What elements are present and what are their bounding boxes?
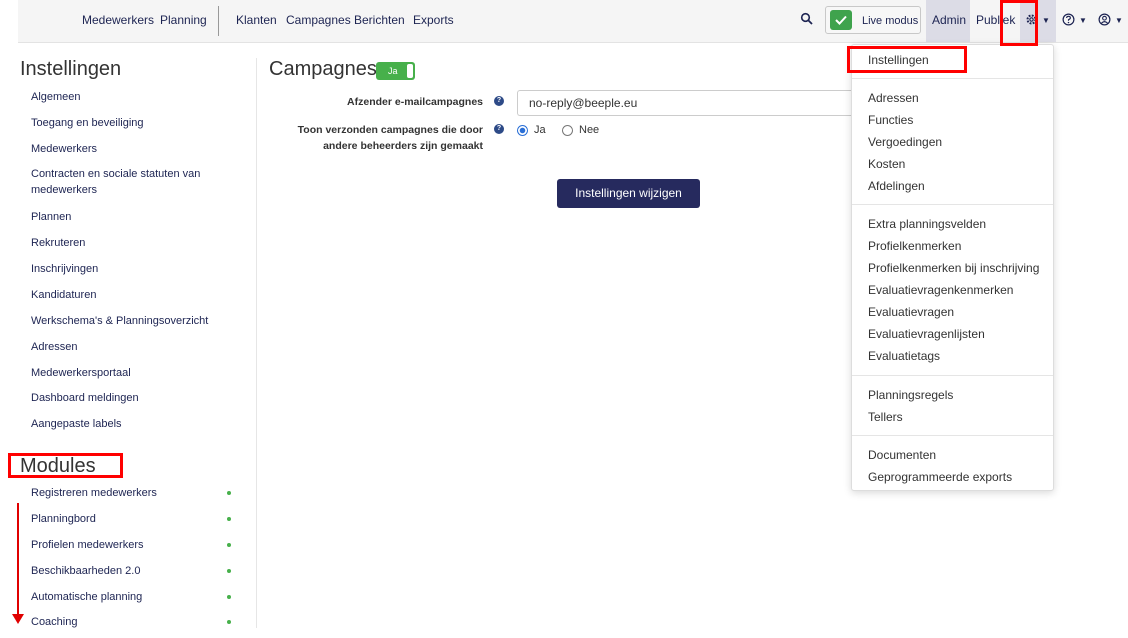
- show-sent-label-line1: Toon verzonden campagnes die door: [297, 124, 483, 136]
- module-status-dot: [227, 620, 231, 624]
- menu-item-geprogrammeerde-exports[interactable]: Geprogrammeerde exports: [868, 470, 1012, 484]
- help-circle-icon[interactable]: ?: [494, 124, 504, 134]
- menu-divider: [852, 78, 1053, 79]
- sidebar-item-medewerkersportaal[interactable]: Medewerkersportaal: [31, 365, 231, 381]
- menu-item-functies[interactable]: Functies: [868, 113, 913, 127]
- module-item-planningbord[interactable]: Planningbord: [31, 511, 231, 527]
- show-sent-label-line2: andere beheerders zijn gemaakt: [323, 140, 483, 152]
- annotation-highlight-gear: [1000, 0, 1038, 46]
- user-menu[interactable]: ▼: [1098, 13, 1128, 29]
- sender-email-input[interactable]: [517, 90, 857, 116]
- sidebar-item-algemeen[interactable]: Algemeen: [31, 89, 231, 105]
- module-status-dot: [227, 595, 231, 599]
- nav-berichten[interactable]: Berichten: [354, 13, 405, 27]
- annotation-highlight-modules: [8, 453, 123, 478]
- module-item-registreren[interactable]: Registreren medewerkers: [31, 485, 231, 501]
- sidebar-item-plannen[interactable]: Plannen: [31, 209, 231, 225]
- menu-item-evaluatievragenkenmerken[interactable]: Evaluatievragenkenmerken: [868, 283, 1013, 297]
- menu-item-afdelingen[interactable]: Afdelingen: [868, 179, 925, 193]
- module-status-dot: [227, 543, 231, 547]
- caret-down-icon: ▼: [1079, 16, 1087, 25]
- top-navbar: Medewerkers Planning Klanten Campagnes B…: [18, 0, 1128, 43]
- menu-item-extra-planningsvelden[interactable]: Extra planningsvelden: [868, 217, 986, 231]
- admin-label: Admin: [932, 13, 967, 27]
- nav-klanten[interactable]: Klanten: [236, 13, 277, 27]
- live-mode-label: Live modus: [862, 15, 919, 27]
- check-icon: [830, 10, 852, 30]
- module-status-dot: [227, 491, 231, 495]
- menu-item-evaluatievragenlijsten[interactable]: Evaluatievragenlijsten: [868, 327, 985, 341]
- user-circle-icon: [1098, 13, 1111, 26]
- toggle-label: Ja: [388, 66, 398, 76]
- settings-dropdown-menu: Instellingen Adressen Functies Vergoedin…: [851, 44, 1054, 491]
- search-icon[interactable]: [800, 12, 814, 26]
- caret-down-icon: ▼: [1115, 16, 1123, 25]
- sidebar-title: Instellingen: [20, 58, 122, 80]
- menu-item-profielkenmerken[interactable]: Profielkenmerken: [868, 239, 961, 253]
- menu-item-vergoedingen[interactable]: Vergoedingen: [868, 135, 942, 149]
- radio-nee[interactable]: [562, 125, 573, 136]
- sidebar-item-contracten[interactable]: Contracten en sociale statuten van medew…: [31, 166, 211, 198]
- menu-divider: [852, 435, 1053, 436]
- menu-item-adressen[interactable]: Adressen: [868, 91, 919, 105]
- caret-down-icon: ▼: [1042, 16, 1050, 25]
- sender-label: Afzender e-mailcampagnes: [347, 96, 483, 108]
- module-item-automatische-planning[interactable]: Automatische planning: [31, 589, 231, 605]
- sidebar-item-werkschemas[interactable]: Werkschema's & Planningsoverzicht: [31, 313, 246, 329]
- toggle-knob: [407, 64, 413, 78]
- nav-admin[interactable]: Admin: [926, 0, 970, 42]
- sidebar-item-inschrijvingen[interactable]: Inschrijvingen: [31, 261, 231, 277]
- menu-item-tellers[interactable]: Tellers: [868, 410, 903, 424]
- page-title: Campagnes: [269, 58, 377, 80]
- nav-divider: [218, 6, 219, 36]
- sidebar-item-aangepaste-labels[interactable]: Aangepaste labels: [31, 416, 231, 432]
- campaigns-toggle[interactable]: Ja: [376, 62, 415, 80]
- menu-divider: [852, 375, 1053, 376]
- live-mode-button[interactable]: Live modus: [825, 6, 921, 34]
- menu-item-documenten[interactable]: Documenten: [868, 448, 936, 462]
- nav-campagnes[interactable]: Campagnes: [286, 13, 351, 27]
- help-menu[interactable]: ▼: [1062, 13, 1092, 29]
- sidebar-item-medewerkers[interactable]: Medewerkers: [31, 141, 231, 157]
- menu-item-evaluatietags[interactable]: Evaluatietags: [868, 349, 940, 363]
- nav-exports[interactable]: Exports: [413, 13, 454, 27]
- module-status-dot: [227, 569, 231, 573]
- menu-item-evaluatievragen[interactable]: Evaluatievragen: [868, 305, 954, 319]
- module-item-beschikbaarheden[interactable]: Beschikbaarheden 2.0: [31, 563, 231, 579]
- menu-item-planningsregels[interactable]: Planningsregels: [868, 388, 953, 402]
- annotation-scroll-arrow: [17, 503, 19, 615]
- menu-item-kosten[interactable]: Kosten: [868, 157, 905, 171]
- help-circle-icon[interactable]: ?: [494, 96, 504, 106]
- radio-ja-label: Ja: [534, 124, 546, 136]
- annotation-highlight-instellingen: [847, 46, 967, 73]
- menu-item-profielkenmerken-inschrijving[interactable]: Profielkenmerken bij inschrijving: [868, 261, 1039, 275]
- sidebar-item-kandidaturen[interactable]: Kandidaturen: [31, 287, 231, 303]
- save-settings-button[interactable]: Instellingen wijzigen: [557, 179, 700, 208]
- sidebar-item-toegang[interactable]: Toegang en beveiliging: [31, 115, 231, 131]
- sidebar-item-adressen[interactable]: Adressen: [31, 339, 231, 355]
- module-item-coaching[interactable]: Coaching: [31, 614, 231, 630]
- column-divider: [256, 58, 257, 628]
- sidebar-item-dashboard-meldingen[interactable]: Dashboard meldingen: [31, 390, 231, 406]
- module-status-dot: [227, 517, 231, 521]
- annotation-arrow-head: [12, 614, 24, 624]
- menu-divider: [852, 204, 1053, 205]
- module-item-profielen[interactable]: Profielen medewerkers: [31, 537, 231, 553]
- radio-nee-label: Nee: [579, 124, 600, 136]
- radio-ja[interactable]: [517, 125, 528, 136]
- nav-medewerkers[interactable]: Medewerkers: [82, 13, 154, 27]
- nav-planning[interactable]: Planning: [160, 13, 207, 27]
- sidebar-item-rekruteren[interactable]: Rekruteren: [31, 235, 231, 251]
- help-icon: [1062, 13, 1075, 26]
